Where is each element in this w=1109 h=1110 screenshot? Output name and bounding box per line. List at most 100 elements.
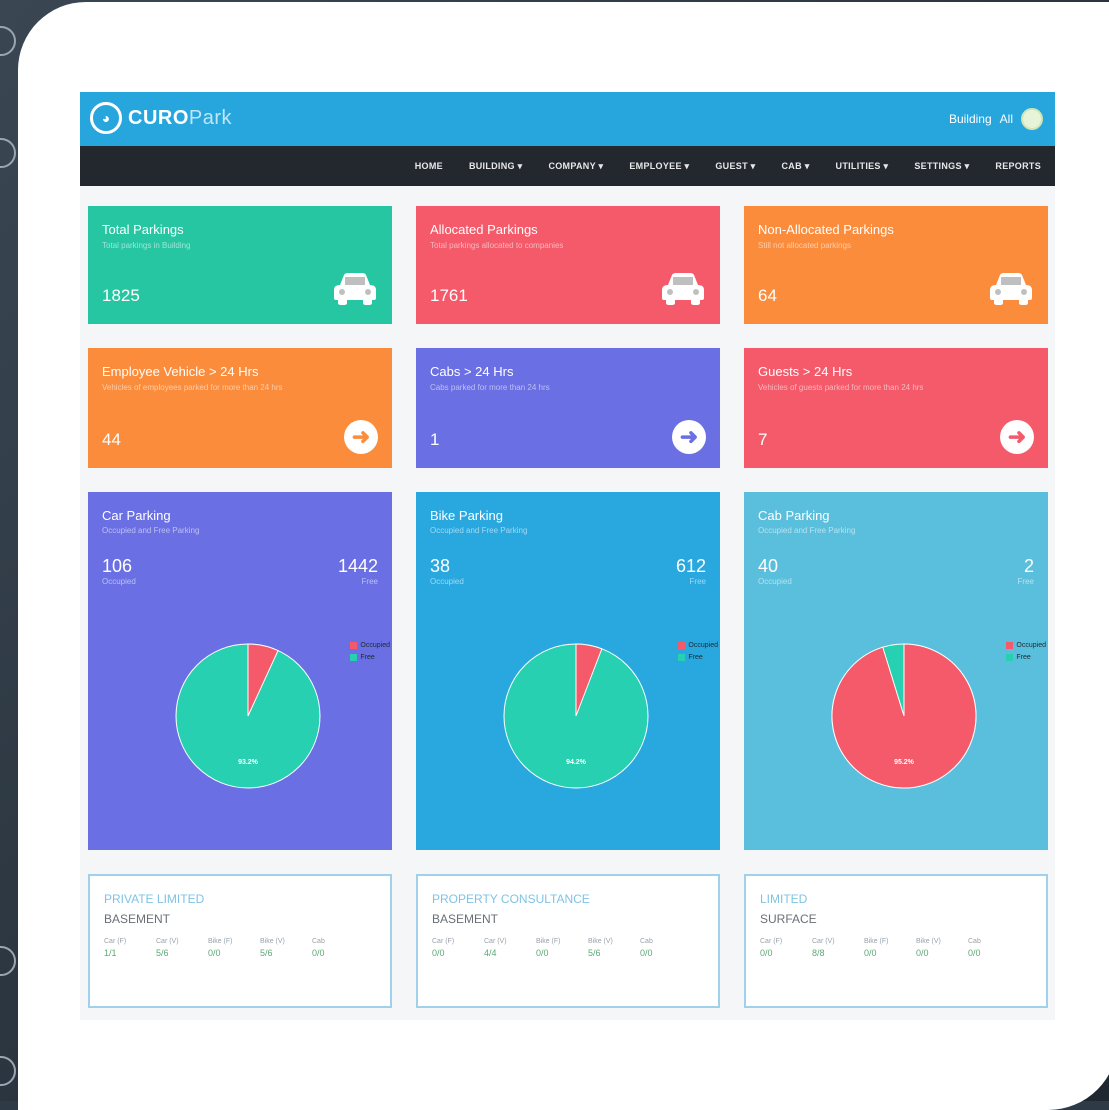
stat-card[interactable]: Total Parkings Total parkings in Building…	[88, 206, 392, 324]
slot-column: Car (V) 8/8	[812, 938, 864, 958]
slot-column: Bike (V) 5/6	[588, 938, 640, 958]
nav-item[interactable]: SETTINGS ▾	[914, 161, 969, 172]
stat-card[interactable]: Cabs > 24 Hrs Cabs parked for more than 2…	[416, 348, 720, 468]
slot-header: Car (V)	[484, 938, 507, 945]
slot-header: Bike (V)	[916, 938, 941, 945]
slot-value: 0/0	[432, 948, 445, 958]
stat-card[interactable]: Guests > 24 Hrs Vehicles of guests parked…	[744, 348, 1048, 468]
pie-label: 95.2%	[894, 759, 915, 766]
occupied-label: Occupied	[758, 577, 792, 586]
brand-logo[interactable]: ◕ CUROPark	[90, 102, 232, 134]
nav-item[interactable]: EMPLOYEE ▾	[629, 161, 689, 172]
slot-header: Bike (V)	[260, 938, 285, 945]
slot-value: 5/6	[156, 948, 169, 958]
avatar[interactable]	[1021, 108, 1043, 130]
slot-column: Bike (F) 0/0	[208, 938, 260, 958]
stat-value: 7	[758, 430, 768, 449]
occupied-count: 38	[430, 556, 451, 576]
stat-subtitle: Still not allocated parkings	[758, 241, 851, 250]
slot-column: Car (F) 1/1	[104, 938, 156, 958]
arrow-right-icon[interactable]: ➜	[1000, 420, 1034, 454]
legend-item-free[interactable]: Free	[350, 654, 390, 661]
slot-header: Car (F)	[432, 938, 455, 945]
occupied-count: 106	[102, 556, 133, 576]
slot-header: Car (F)	[760, 938, 783, 945]
arrow-right-icon[interactable]: ➜	[344, 420, 378, 454]
slot-column: Cab 0/0	[312, 938, 364, 958]
slot-column: Bike (F) 0/0	[864, 938, 916, 958]
company-card[interactable]: PROPERTY CONSULTANCE BASEMENT Car (F) 0/0 Ca…	[416, 874, 720, 1008]
legend-item-occupied[interactable]: Occupied	[350, 642, 390, 649]
slot-header: Bike (F)	[208, 938, 233, 945]
slot-column: Car (F) 0/0	[760, 938, 812, 958]
nav-item[interactable]: UTILITIES ▾	[836, 161, 889, 172]
nav-item[interactable]: BUILDING ▾	[469, 161, 523, 172]
building-label: Building	[948, 112, 992, 126]
nav-item[interactable]: CAB ▾	[782, 161, 810, 172]
slot-value: 0/0	[208, 948, 221, 958]
slot-value: 0/0	[536, 948, 549, 958]
nav-item[interactable]: COMPANY ▾	[548, 161, 603, 172]
stat-card[interactable]: Employee Vehicle > 24 Hrs Vehicles of emp…	[88, 348, 392, 468]
chart-legend: Occupied Free	[678, 642, 718, 666]
pie-slice-occupied	[831, 643, 977, 789]
stat-card[interactable]: Non-Allocated Parkings Still not allocate…	[744, 206, 1048, 324]
company-card[interactable]: LIMITED SURFACE Car (F) 0/0 Car (V) 8/8 Bike (…	[744, 874, 1048, 1008]
slot-value: 5/6	[260, 948, 273, 958]
car-icon	[988, 271, 1034, 310]
occupied-label: Occupied	[102, 577, 136, 586]
slot-header: Car (V)	[156, 938, 179, 945]
chart-legend: Occupied Free	[350, 642, 390, 666]
parking-panel: Cab Parking Occupied and Free Parking 40 Oc…	[744, 492, 1048, 850]
pie-chart: 93.2%	[174, 642, 322, 795]
slot-value: 0/0	[864, 948, 877, 958]
legend-item-free[interactable]: Free	[678, 654, 718, 661]
slot-header: Cab	[968, 938, 981, 945]
legend-item-occupied[interactable]: Occupied	[1006, 642, 1046, 649]
slot-header: Bike (F)	[536, 938, 561, 945]
stat-card[interactable]: Allocated Parkings Total parkings allocat…	[416, 206, 720, 324]
free-label: Free	[1017, 577, 1034, 586]
legend-item-free[interactable]: Free	[1006, 654, 1046, 661]
building-selector[interactable]: Building All	[949, 108, 1043, 130]
stat-title: Guests > 24 Hrs	[758, 364, 853, 379]
slot-column: Cab 0/0	[968, 938, 1020, 958]
company-location: BASEMENT	[432, 912, 499, 926]
slot-value: 1/1	[104, 948, 117, 958]
slot-header: Car (F)	[104, 938, 127, 945]
company-card[interactable]: PRIVATE LIMITED BASEMENT Car (F) 1/1 Car (V)…	[88, 874, 392, 1008]
parking-panel: Car Parking Occupied and Free Parking 106 O…	[88, 492, 392, 850]
company-name: PRIVATE LIMITED	[104, 892, 205, 906]
stat-value: 1761	[430, 286, 468, 305]
slot-value: 5/6	[588, 948, 601, 958]
slot-column: Bike (F) 0/0	[536, 938, 588, 958]
slot-value: 0/0	[916, 948, 929, 958]
slot-value: 8/8	[812, 948, 825, 958]
pie-label: 94.2%	[566, 759, 587, 766]
stat-title: Allocated Parkings	[430, 222, 538, 237]
nav-item[interactable]: REPORTS	[995, 161, 1041, 171]
stat-subtitle: Vehicles of employees parked for more th…	[102, 383, 283, 392]
slot-value: 0/0	[760, 948, 773, 958]
legend-item-occupied[interactable]: Occupied	[678, 642, 718, 649]
building-value[interactable]: All	[1000, 112, 1013, 126]
stat-title: Cabs > 24 Hrs	[430, 364, 514, 379]
stat-value: 64	[758, 286, 777, 305]
panel-title: Cab Parking	[758, 508, 830, 523]
occupied-count: 40	[758, 556, 779, 576]
slot-column: Bike (V) 0/0	[916, 938, 968, 958]
free-label: Free	[361, 577, 378, 586]
slot-column: Car (V) 4/4	[484, 938, 536, 958]
nav-item[interactable]: GUEST ▾	[715, 161, 755, 172]
stat-subtitle: Total parkings in Building	[102, 241, 191, 250]
nav-item[interactable]: HOME	[415, 161, 443, 171]
stat-value: 1825	[102, 286, 140, 305]
slot-column: Car (F) 0/0	[432, 938, 484, 958]
arrow-right-icon[interactable]: ➜	[672, 420, 706, 454]
slot-value: 0/0	[312, 948, 325, 958]
company-name: LIMITED	[760, 892, 808, 906]
slot-value: 4/4	[484, 948, 497, 958]
free-count: 612	[675, 556, 706, 576]
slot-header: Cab	[640, 938, 653, 945]
slot-row: Car (F) 0/0 Car (V) 8/8 Bike (F) 0/0 Bike (V) 0…	[760, 938, 1032, 958]
